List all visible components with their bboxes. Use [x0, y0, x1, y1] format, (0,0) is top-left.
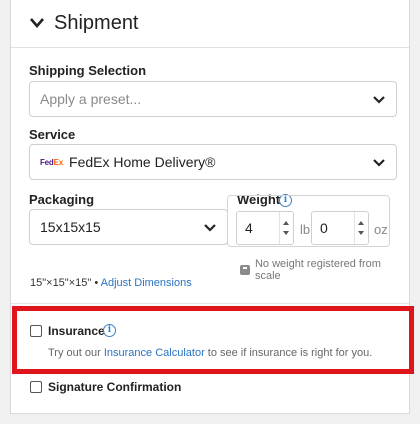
- oz-unit: oz: [374, 222, 388, 237]
- service-label: Service: [29, 127, 76, 142]
- lb-stepper[interactable]: [279, 212, 293, 244]
- weight-lb-value: 4: [245, 220, 253, 236]
- chevron-down-icon[interactable]: [29, 16, 45, 30]
- shipment-header[interactable]: Shipment: [11, 0, 409, 48]
- shipping-selection-label: Shipping Selection: [29, 63, 147, 78]
- chevron-down-icon: [373, 159, 385, 167]
- section-title: Shipment: [54, 12, 139, 34]
- packaging-label: Packaging: [29, 192, 95, 207]
- insurance-highlight-box: [12, 306, 414, 374]
- lb-unit: lb: [300, 222, 311, 237]
- weight-oz-input[interactable]: 0: [311, 211, 369, 245]
- chevron-down-icon: [204, 224, 216, 232]
- preset-placeholder: Apply a preset...: [40, 91, 142, 107]
- stepper-down-icon[interactable]: [358, 231, 364, 235]
- stepper-up-icon[interactable]: [358, 221, 364, 225]
- oz-stepper[interactable]: [354, 212, 368, 244]
- service-select[interactable]: FedEx FedEx Home Delivery®: [29, 144, 397, 180]
- weight-lb-input[interactable]: 4: [236, 211, 294, 245]
- scale-note: No weight registered from scale: [240, 258, 409, 282]
- adjust-dimensions-link[interactable]: Adjust Dimensions: [101, 277, 192, 289]
- chevron-down-icon: [373, 96, 385, 104]
- divider: [11, 303, 409, 304]
- dimensions-text: 15"×15"×15" •: [30, 277, 101, 289]
- packaging-value: 15x15x15: [40, 219, 101, 235]
- stepper-down-icon[interactable]: [283, 231, 289, 235]
- dimensions-line: 15"×15"×15" • Adjust Dimensions: [30, 277, 192, 289]
- service-value: FedEx Home Delivery®: [69, 154, 216, 170]
- fedex-logo-icon: FedEx: [40, 157, 64, 167]
- packaging-select[interactable]: 15x15x15: [29, 209, 228, 245]
- stepper-up-icon[interactable]: [283, 221, 289, 225]
- signature-confirmation-checkbox[interactable]: [30, 381, 42, 393]
- signature-confirmation-label[interactable]: Signature Confirmation: [48, 380, 181, 394]
- scale-note-text: No weight registered from scale: [254, 258, 381, 282]
- shipping-preset-select[interactable]: Apply a preset...: [29, 81, 397, 117]
- scale-icon: [240, 265, 250, 275]
- weight-oz-value: 0: [320, 220, 328, 236]
